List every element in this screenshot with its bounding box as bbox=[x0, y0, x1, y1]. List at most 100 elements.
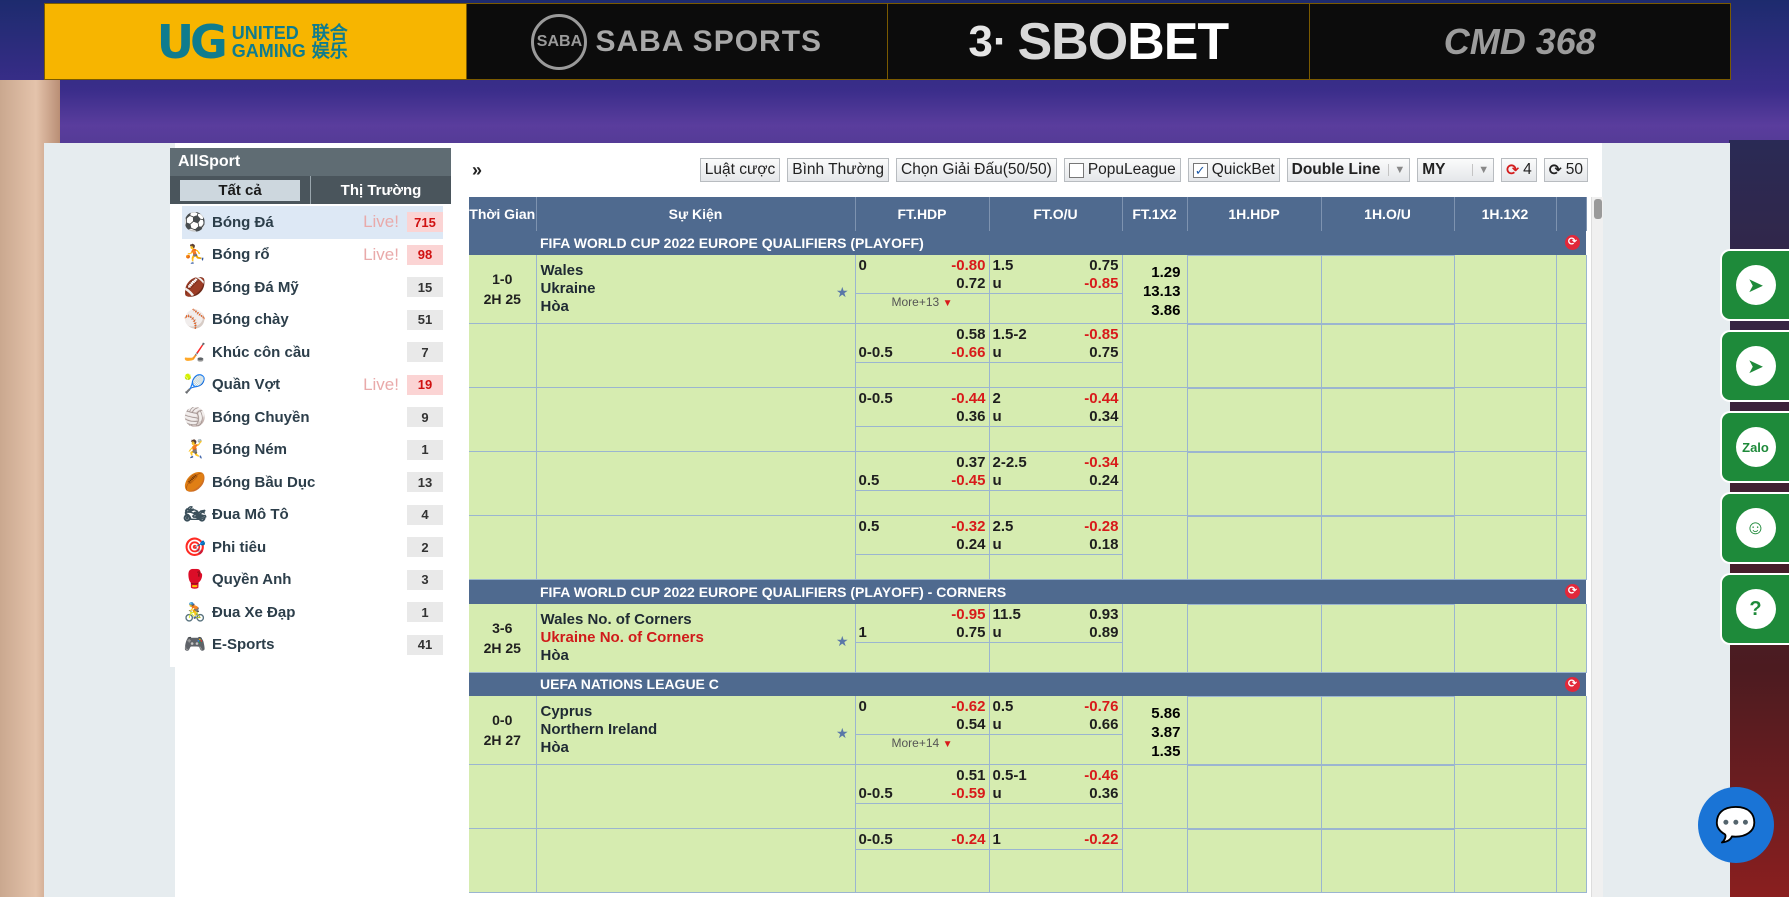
brand-sbobet[interactable]: 3· SBOBET bbox=[888, 4, 1310, 79]
ft-hdp-cell[interactable]: 0 -0.62 0.54 More+14 ▼ bbox=[855, 696, 990, 765]
ou-odds-under[interactable]: 0.36 bbox=[1089, 785, 1118, 803]
favorite-star-icon[interactable]: ★ bbox=[836, 724, 849, 742]
hdp-odds-away[interactable]: -0.66 bbox=[951, 344, 985, 362]
1h-ou-cell[interactable] bbox=[1321, 603, 1455, 673]
league-refresh-icon[interactable]: ⟳ bbox=[1565, 235, 1580, 250]
1h-ou-cell[interactable] bbox=[1321, 764, 1455, 829]
ft-hdp-cell[interactable]: -0.95 1 0.75 bbox=[855, 603, 990, 673]
hdp-odds-home[interactable]: -0.80 bbox=[951, 257, 985, 275]
hdp-odds-away[interactable]: 0.24 bbox=[956, 536, 985, 554]
odds-draw[interactable]: 3.86 bbox=[1123, 301, 1180, 320]
hdp-odds-away[interactable]: -0.45 bbox=[951, 472, 985, 490]
sidebar-item-sport[interactable]: 🏈 Bóng Đá Mỹ 15 bbox=[182, 271, 443, 304]
1h-hdp-cell[interactable] bbox=[1187, 451, 1322, 516]
ft-1x2-cell[interactable] bbox=[1122, 603, 1188, 673]
ou-odds-under[interactable]: 0.18 bbox=[1089, 536, 1118, 554]
normal-view-button[interactable]: Bình Thường bbox=[787, 158, 890, 182]
floating-contact-button[interactable]: ➤ bbox=[1720, 330, 1789, 402]
1h-hdp-cell[interactable] bbox=[1187, 764, 1322, 829]
1h-1x2-cell[interactable] bbox=[1454, 828, 1557, 893]
1h-1x2-cell[interactable] bbox=[1454, 696, 1557, 765]
odds-home-win[interactable]: 5.86 bbox=[1123, 704, 1180, 723]
sidebar-item-sport[interactable]: 🏐 Bóng Chuyền 9 bbox=[182, 401, 443, 434]
1h-1x2-cell[interactable] bbox=[1454, 451, 1557, 516]
hdp-odds-home[interactable]: -0.32 bbox=[951, 518, 985, 536]
1h-ou-cell[interactable] bbox=[1321, 387, 1455, 452]
more-markets-link[interactable]: More+14 ▼ bbox=[855, 734, 989, 752]
tab-market[interactable]: Thị Trường bbox=[310, 176, 451, 204]
quickbet-toggle[interactable]: ✓ QuickBet bbox=[1187, 158, 1280, 182]
ft-hdp-cell[interactable]: 0-0.5 -0.24 bbox=[855, 828, 990, 893]
ft-hdp-cell[interactable]: 0.51 0-0.5 -0.59 bbox=[855, 764, 990, 829]
1h-1x2-cell[interactable] bbox=[1454, 323, 1557, 388]
1h-hdp-cell[interactable] bbox=[1187, 387, 1322, 452]
odds-away-win[interactable]: 3.87 bbox=[1123, 723, 1180, 742]
line-mode-select[interactable]: Double Line ▼ bbox=[1286, 158, 1411, 182]
1h-hdp-cell[interactable] bbox=[1187, 323, 1322, 388]
ft-hdp-cell[interactable]: 0.58 0-0.5 -0.66 bbox=[855, 323, 990, 388]
ft-1x2-cell[interactable]: 1.29 13.13 3.86 bbox=[1122, 255, 1188, 324]
1h-ou-cell[interactable] bbox=[1321, 451, 1455, 516]
1h-hdp-cell[interactable] bbox=[1187, 696, 1322, 765]
ou-odds-over[interactable]: -0.76 bbox=[1084, 698, 1118, 716]
ft-ou-cell[interactable]: 2.5 -0.28 u 0.18 bbox=[989, 515, 1123, 580]
ft-ou-cell[interactable]: 11.5 0.93 u 0.89 bbox=[989, 603, 1123, 673]
ft-ou-cell[interactable]: 1.5-2 -0.85 u 0.75 bbox=[989, 323, 1123, 388]
floating-contact-button[interactable]: ? bbox=[1720, 573, 1789, 645]
brand-saba-sports[interactable]: SABA SABA SPORTS bbox=[467, 4, 888, 79]
ou-odds-under[interactable]: 0.34 bbox=[1089, 408, 1118, 426]
1h-hdp-cell[interactable] bbox=[1187, 255, 1322, 324]
ft-ou-cell[interactable]: 1.5 0.75 u -0.85 bbox=[989, 255, 1123, 324]
league-refresh-icon[interactable]: ⟳ bbox=[1565, 584, 1580, 599]
ft-ou-cell[interactable]: 0.5-1 -0.46 u 0.36 bbox=[989, 764, 1123, 829]
hdp-odds-home[interactable]: -0.24 bbox=[951, 831, 985, 849]
1h-1x2-cell[interactable] bbox=[1454, 515, 1557, 580]
ft-hdp-cell[interactable]: 0.37 0.5 -0.45 bbox=[855, 451, 990, 516]
hdp-odds-home[interactable]: 0.58 bbox=[956, 326, 985, 344]
1h-ou-cell[interactable] bbox=[1321, 828, 1455, 893]
league-refresh-icon[interactable]: ⟳ bbox=[1565, 676, 1580, 692]
1h-ou-cell[interactable] bbox=[1321, 255, 1455, 324]
ft-ou-cell[interactable]: 2 -0.44 u 0.34 bbox=[989, 387, 1123, 452]
tab-all[interactable]: Tất cả bbox=[170, 176, 310, 204]
sidebar-item-sport[interactable]: 🎮 E-Sports 41 bbox=[182, 629, 443, 662]
hdp-odds-home[interactable]: 0.37 bbox=[956, 454, 985, 472]
sidebar-item-sport[interactable]: ⚾ Bóng chày 51 bbox=[182, 304, 443, 337]
ou-odds-over[interactable]: 0.93 bbox=[1089, 606, 1118, 624]
refresh-all-button[interactable]: ⟳ 50 bbox=[1543, 158, 1588, 182]
1h-ou-cell[interactable] bbox=[1321, 323, 1455, 388]
sidebar-item-sport[interactable]: 🎾 Quần Vợt Live! 19 bbox=[182, 369, 443, 402]
sidebar-item-sport[interactable]: 🥊 Quyền Anh 3 bbox=[182, 564, 443, 597]
choose-league-button[interactable]: Chọn Giải Đấu(50/50) bbox=[896, 158, 1057, 182]
ft-1x2-cell[interactable]: 5.86 3.87 1.35 bbox=[1122, 696, 1188, 765]
ou-odds-over[interactable]: -0.46 bbox=[1084, 767, 1118, 785]
ou-odds-under[interactable]: 0.89 bbox=[1089, 624, 1118, 642]
hdp-odds-away[interactable]: 0.36 bbox=[956, 408, 985, 426]
ou-odds-over[interactable]: -0.28 bbox=[1084, 518, 1118, 536]
ou-odds-over[interactable]: -0.44 bbox=[1084, 390, 1118, 408]
odds-away-win[interactable]: 13.13 bbox=[1123, 282, 1181, 301]
1h-ou-cell[interactable] bbox=[1321, 515, 1455, 580]
ou-odds-under[interactable]: 0.24 bbox=[1089, 472, 1118, 490]
sidebar-item-sport[interactable]: 🏍 Đua Mô Tô 4 bbox=[182, 499, 443, 532]
1h-1x2-cell[interactable] bbox=[1454, 764, 1557, 829]
ft-ou-cell[interactable]: 0.5 -0.76 u 0.66 bbox=[989, 696, 1123, 765]
ft-hdp-cell[interactable]: 0.5 -0.32 0.24 bbox=[855, 515, 990, 580]
ou-odds-under[interactable]: 0.75 bbox=[1089, 344, 1118, 362]
1h-hdp-cell[interactable] bbox=[1187, 603, 1322, 673]
popular-checkbox[interactable] bbox=[1068, 162, 1084, 178]
sidebar-item-sport[interactable]: 🏉 Bóng Bầu Dục 13 bbox=[182, 466, 443, 499]
sidebar-item-sport[interactable]: 🚴 Đua Xe Đạp 1 bbox=[182, 596, 443, 629]
odds-home-win[interactable]: 1.29 bbox=[1123, 263, 1180, 282]
1h-1x2-cell[interactable] bbox=[1454, 603, 1557, 673]
favorite-star-icon[interactable]: ★ bbox=[836, 632, 849, 650]
rules-button[interactable]: Luật cược bbox=[699, 158, 781, 182]
expand-icon[interactable]: » bbox=[470, 160, 482, 181]
hdp-odds-home[interactable]: 0.51 bbox=[956, 767, 985, 785]
hdp-odds-away[interactable]: 0.75 bbox=[956, 624, 985, 642]
more-markets-link[interactable]: More+13 ▼ bbox=[855, 293, 989, 311]
1h-1x2-cell[interactable] bbox=[1454, 255, 1557, 324]
floating-contact-button[interactable]: Zalo bbox=[1720, 411, 1789, 483]
quickbet-checkbox-icon[interactable]: ✓ bbox=[1192, 162, 1208, 178]
popular-league-toggle[interactable]: PopuLeague bbox=[1063, 158, 1181, 182]
